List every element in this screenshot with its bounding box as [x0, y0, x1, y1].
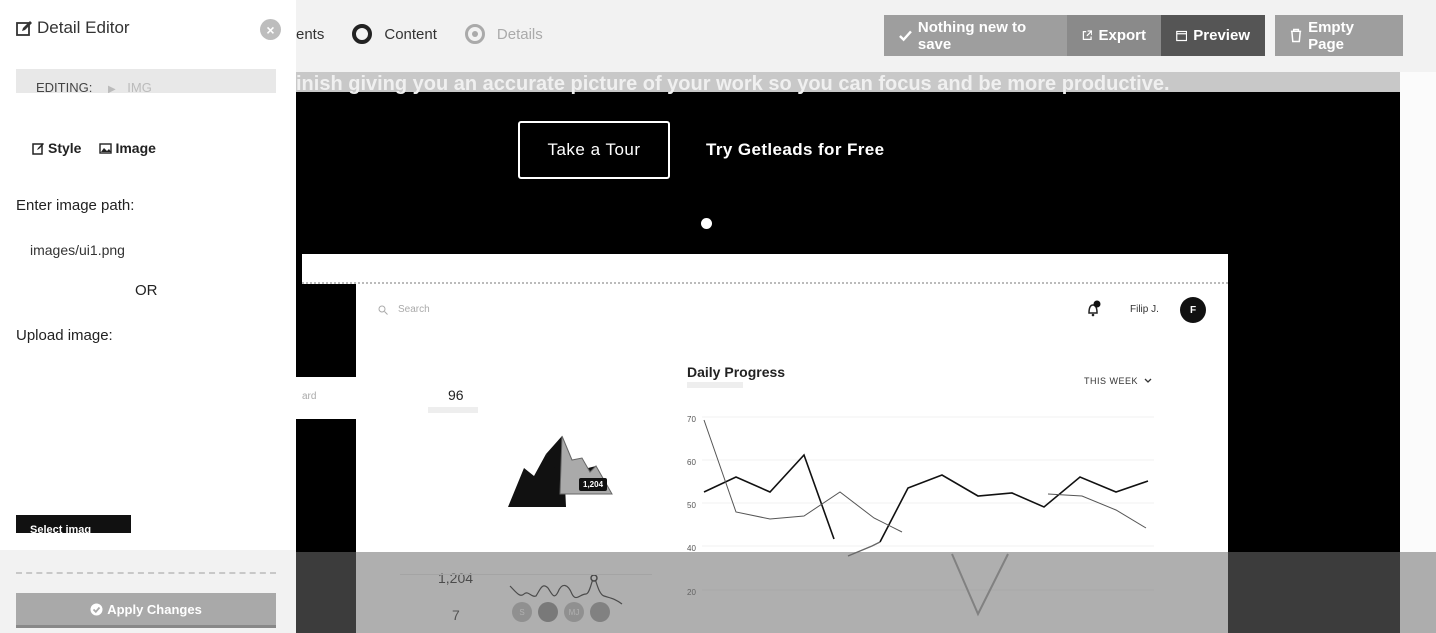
step-content-ring-icon [352, 24, 373, 44]
mock-user-name: Filip J. [1130, 304, 1159, 315]
close-icon[interactable]: × [260, 19, 281, 40]
footer-divider [16, 572, 276, 574]
step-details[interactable]: Details [464, 24, 543, 44]
take-a-tour-button[interactable]: Take a Tour [518, 121, 670, 179]
browser-frame-bar [302, 254, 1228, 284]
trash-icon [1290, 28, 1302, 43]
step-elements[interactable]: ents [296, 26, 324, 43]
save-button-label: Nothing new to save [917, 18, 1027, 53]
hero-tagline[interactable]: inish giving you an accurate picture of … [296, 73, 1170, 96]
save-button[interactable]: Nothing new to save [884, 15, 1067, 56]
avatar: F [1180, 297, 1206, 323]
y-tick-label: 40 [687, 544, 696, 553]
caret-right-icon: ▶ [107, 84, 116, 93]
try-free-link[interactable]: Try Getleads for Free [706, 140, 884, 160]
panel-title: Detail Editor [37, 18, 130, 37]
stat-value-1: 96 [448, 387, 464, 403]
step-elements-label: ents [296, 25, 325, 43]
preview-button-label: Preview [1193, 27, 1250, 44]
image-path-label: Enter image path: [16, 197, 135, 214]
editing-label: EDITING: [36, 80, 93, 93]
avatar [538, 602, 558, 622]
chevron-down-icon [1144, 378, 1152, 383]
avatar: MJ [564, 602, 584, 622]
avatar: S [512, 602, 532, 622]
export-button-label: Export [1098, 27, 1146, 44]
y-tick-label: 60 [687, 458, 696, 467]
or-divider: OR [135, 282, 158, 299]
tab-image[interactable]: Image [99, 140, 156, 156]
window-icon [1176, 30, 1188, 41]
apply-changes-label: Apply Changes [107, 601, 202, 617]
mock-search: Search [378, 304, 430, 315]
image-icon [99, 142, 113, 154]
y-tick-label: 20 [687, 588, 696, 597]
stat-value-3: 7 [452, 607, 460, 623]
empty-page-button-label: Empty Page [1308, 18, 1354, 53]
mock-search-placeholder: Search [398, 304, 430, 315]
chart-title: Daily Progress [687, 364, 786, 380]
edit-icon [32, 142, 44, 155]
search-icon [378, 305, 388, 315]
chart-subtitle [687, 382, 743, 388]
step-content[interactable]: Content [352, 24, 437, 44]
upload-image-label: Upload image: [16, 327, 113, 344]
editing-tag: IMG [127, 80, 152, 93]
week-filter-dropdown[interactable]: THIS WEEK [1084, 376, 1152, 386]
carousel-dot[interactable] [701, 218, 712, 229]
side-panel-fragment: ard [296, 377, 356, 419]
mountain-chart [508, 435, 613, 507]
page-canvas[interactable]: inish giving you an accurate picture of … [296, 72, 1400, 633]
step-details-label: Details [496, 25, 543, 43]
app-screenshot-image[interactable]: Search Filip J. F 96 1,204 1,204 7 S MJ … [356, 284, 1228, 633]
bell-icon [1088, 300, 1101, 317]
tab-style[interactable]: Style [32, 140, 81, 156]
stat-caption-1 [428, 407, 478, 413]
toolbar-actions: Nothing new to save Export Preview Empty… [884, 15, 1403, 56]
select-image-button[interactable]: Select imag [16, 515, 131, 533]
tab-style-label: Style [48, 140, 82, 156]
external-link-icon [1082, 30, 1093, 40]
step-details-ring-icon [464, 24, 485, 44]
check-circle-icon [90, 603, 103, 615]
apply-changes-button[interactable]: Apply Changes [16, 593, 276, 628]
export-button[interactable]: Export [1067, 15, 1161, 56]
right-margin [1400, 72, 1436, 633]
avatar [590, 602, 610, 622]
detail-editor-panel: Detail Editor × EDITING: ▶ IMG Style Ima… [0, 0, 296, 633]
y-tick-label: 70 [687, 415, 696, 424]
tab-image-label: Image [115, 140, 156, 156]
edit-icon [16, 20, 32, 36]
panel-header: Detail Editor [16, 18, 130, 38]
empty-page-button[interactable]: Empty Page [1275, 15, 1403, 56]
week-filter-label: THIS WEEK [1084, 376, 1139, 386]
wizard-steps: ents Content Details [296, 24, 571, 44]
check-icon [899, 30, 912, 41]
image-path-input[interactable] [16, 236, 264, 264]
editing-breadcrumb: EDITING: ▶ IMG [16, 69, 276, 93]
page-root: ents Content Details Nothing new to save… [0, 0, 1436, 633]
sparkline-tooltip: 1,204 [579, 478, 608, 491]
progress-line-chart [702, 416, 1154, 617]
editor-tabs: Style Image [32, 140, 174, 156]
y-tick-label: 50 [687, 501, 696, 510]
step-content-label: Content [384, 25, 437, 43]
preview-button[interactable]: Preview [1161, 15, 1265, 56]
